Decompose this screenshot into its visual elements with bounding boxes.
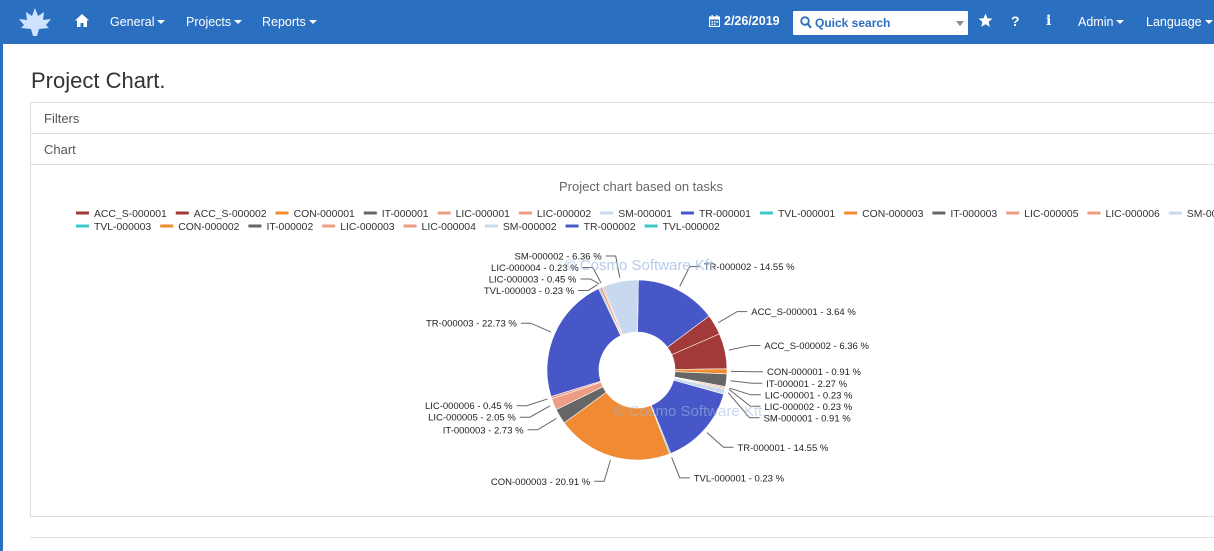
- home-icon[interactable]: [74, 13, 90, 29]
- divider: [30, 537, 1214, 538]
- calendar-icon: [708, 15, 721, 28]
- chevron-down-icon: [157, 20, 166, 24]
- menu-reports-label: Reports: [262, 15, 306, 29]
- search-dropdown-icon[interactable]: [956, 21, 964, 26]
- filters-label: Filters: [44, 111, 80, 126]
- filters-panel-header[interactable]: Filters: [30, 102, 1214, 134]
- leaf-logo-icon[interactable]: [18, 7, 52, 37]
- page-title: Project Chart.: [31, 68, 166, 93]
- current-date[interactable]: 2/26/2019: [708, 14, 780, 28]
- menu-projects[interactable]: Projects: [186, 15, 243, 29]
- menu-reports[interactable]: Reports: [262, 15, 317, 29]
- chevron-down-icon: [1204, 20, 1213, 24]
- date-text: 2/26/2019: [724, 14, 780, 28]
- chevron-down-icon: [1116, 20, 1125, 24]
- star-icon[interactable]: [978, 13, 993, 28]
- menu-admin[interactable]: Admin: [1078, 15, 1125, 29]
- page-left-border: [0, 44, 3, 551]
- menu-language[interactable]: Language: [1146, 15, 1213, 29]
- menu-general-label: General: [110, 15, 155, 29]
- info-icon[interactable]: i: [1046, 13, 1051, 29]
- quick-search[interactable]: [793, 11, 968, 35]
- chart-panel: [30, 165, 1214, 517]
- menu-language-label: Language: [1146, 15, 1202, 29]
- chevron-down-icon: [308, 20, 317, 24]
- quick-search-input[interactable]: [815, 14, 940, 32]
- menu-projects-label: Projects: [186, 15, 232, 29]
- help-icon[interactable]: ?: [1011, 13, 1020, 29]
- chart-panel-header[interactable]: Chart: [30, 133, 1214, 165]
- menu-admin-label: Admin: [1078, 15, 1114, 29]
- chevron-down-icon: [234, 20, 243, 24]
- search-icon: [800, 16, 812, 29]
- chart-label: Chart: [44, 142, 76, 157]
- menu-general[interactable]: General: [110, 15, 166, 29]
- top-navbar: General Projects Reports 2/26/2019 ? i A…: [0, 0, 1214, 44]
